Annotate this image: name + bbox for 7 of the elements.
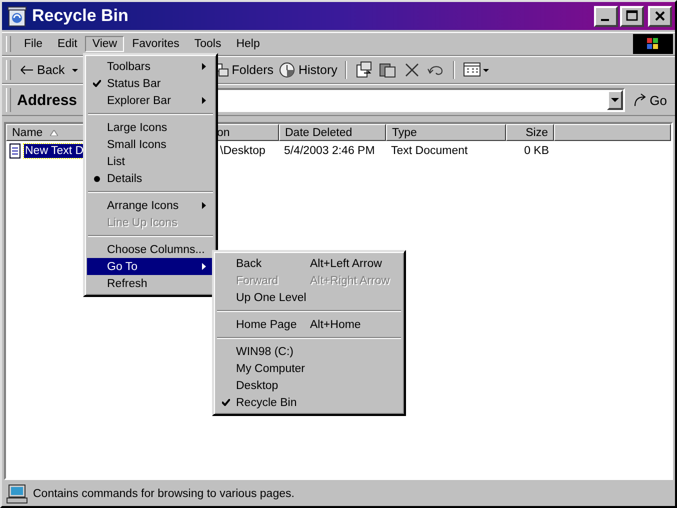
status-text: Contains commands for browsing to various pages. — [33, 488, 294, 500]
table-cell: Text Document — [391, 145, 468, 157]
table-cell: 0 KB — [524, 145, 549, 157]
table-cell: \Desktop — [220, 145, 266, 157]
window-title: Recycle Bin — [32, 6, 128, 26]
address-label: Address — [17, 92, 78, 108]
table-cell: 5/4/2003 2:46 PM — [284, 145, 375, 157]
